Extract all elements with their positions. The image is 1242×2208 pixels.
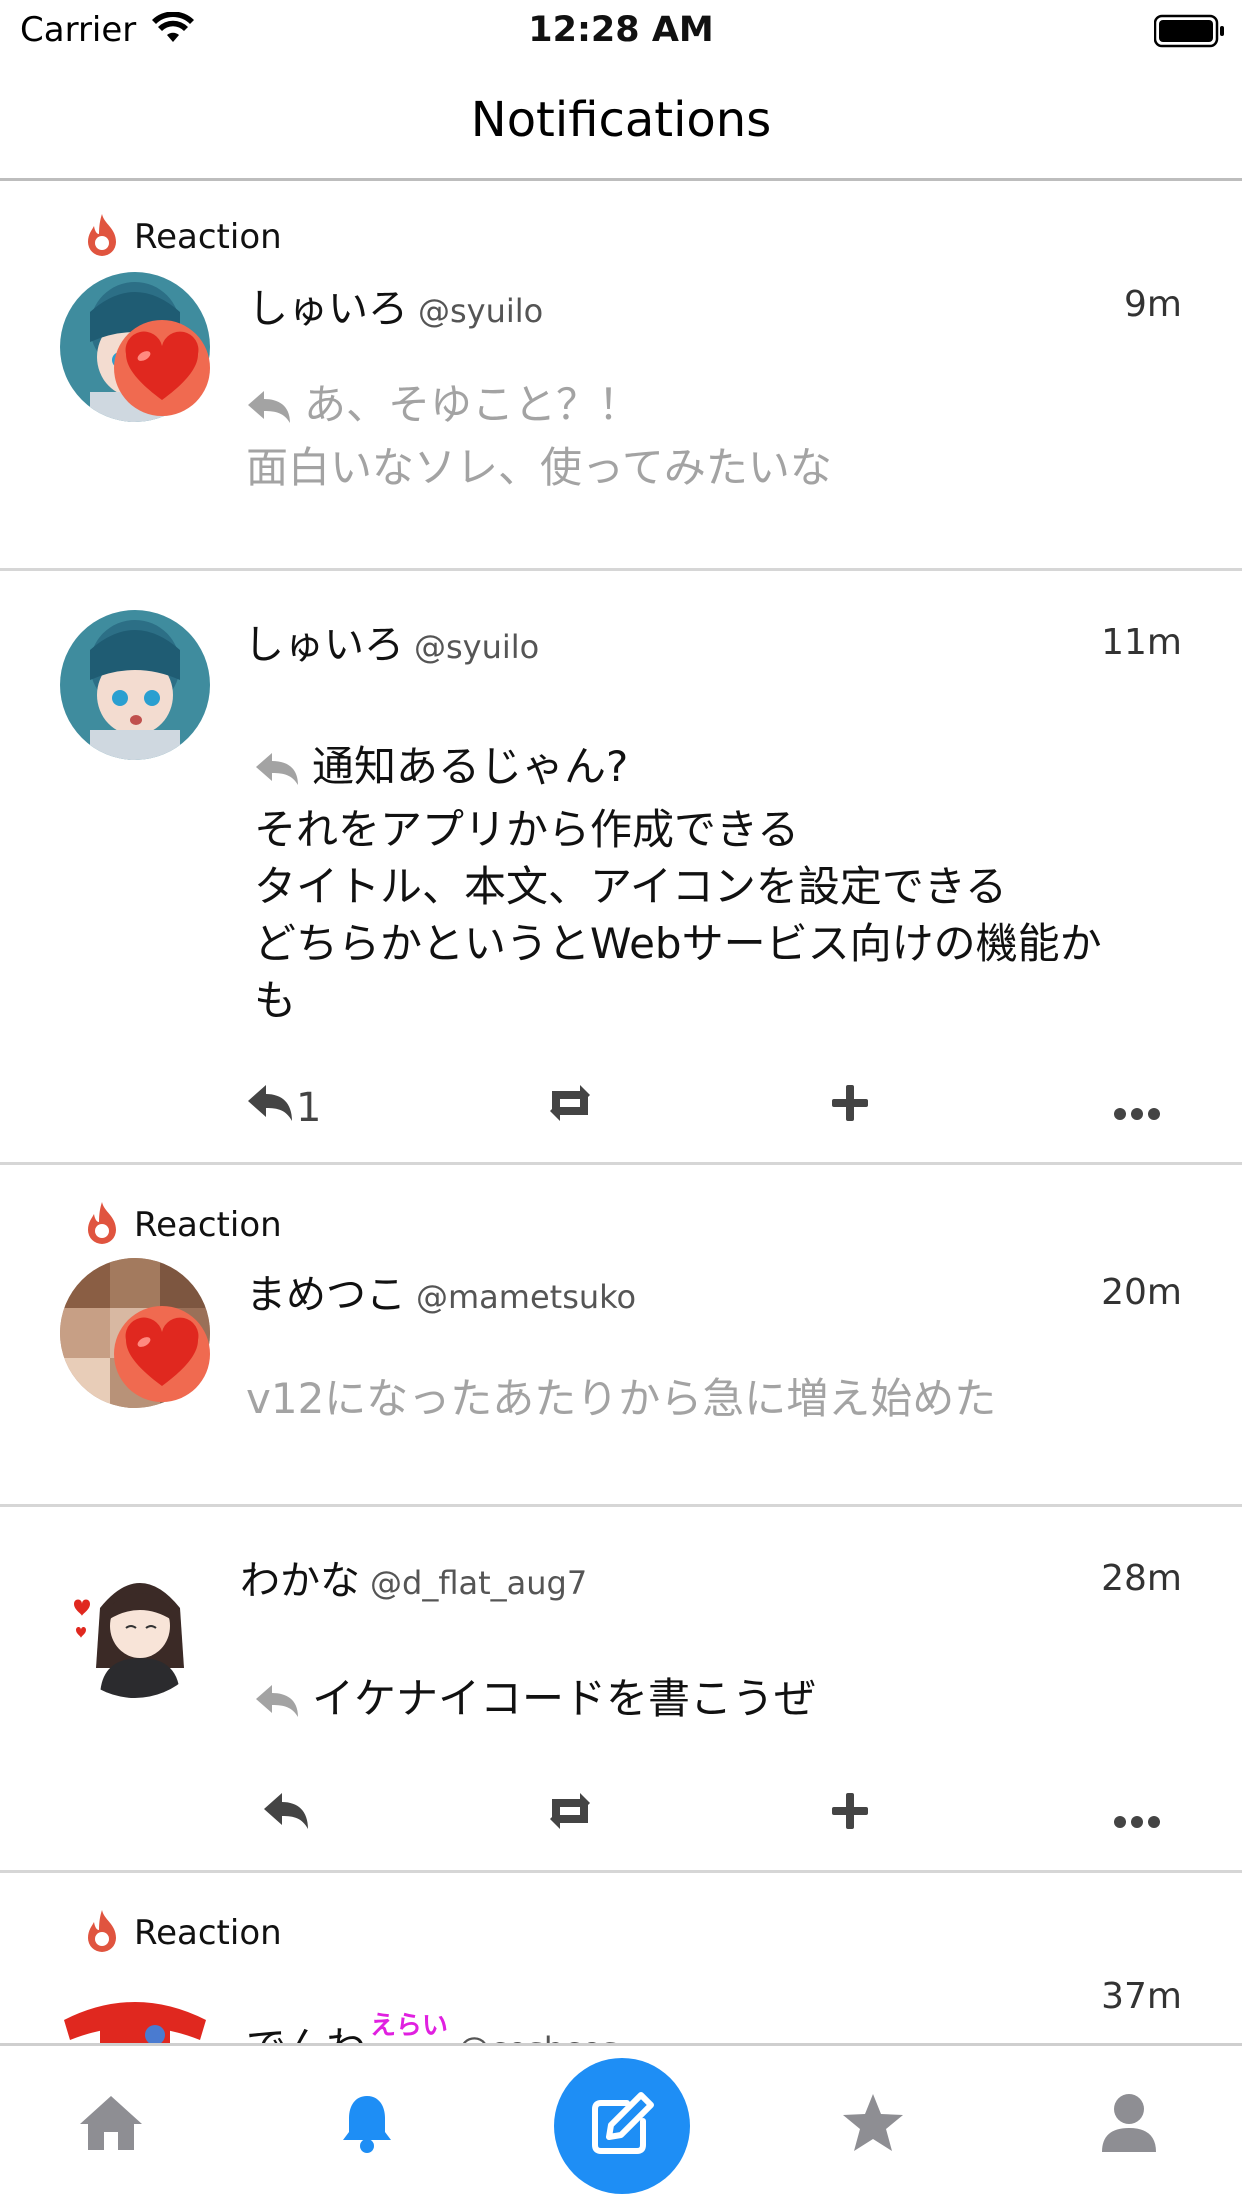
tab-bar-divider xyxy=(0,2043,1242,2046)
fire-icon xyxy=(82,1908,122,1958)
note-text[interactable]: イケナイコードを書こうぜ xyxy=(254,1670,816,1733)
note-line: それをアプリから作成できる xyxy=(254,805,800,854)
divider xyxy=(0,568,1242,571)
reply-button[interactable]: 1 xyxy=(246,1078,321,1138)
note-line: どちらかというとWebサービス向けの機能か xyxy=(254,919,1102,968)
display-name: まめつこ xyxy=(246,1272,406,1318)
bell-icon xyxy=(339,2092,395,2158)
display-name: わかな xyxy=(240,1558,360,1604)
tab-profile[interactable] xyxy=(1094,2090,1164,2160)
reaction-label: Reaction xyxy=(134,1913,282,1953)
note-text[interactable]: v12になったあたりから急に増え始めた xyxy=(246,1370,996,1427)
timestamp: 11m xyxy=(1101,622,1182,663)
battery-icon xyxy=(1153,14,1226,52)
note-line: 面白いなソレ、使ってみたいな xyxy=(246,443,832,492)
user-name[interactable]: しゅいろ @syuilo xyxy=(248,276,543,334)
tab-favorites[interactable] xyxy=(838,2090,908,2160)
note-line: あ、そゆこと？！ xyxy=(304,380,641,429)
note-actions: 1 xyxy=(0,1078,1242,1138)
timestamp: 20m xyxy=(1101,1272,1182,1313)
heart-reaction-icon xyxy=(112,1304,212,1408)
renote-icon xyxy=(542,1791,598,1841)
add-reaction-button[interactable] xyxy=(830,1786,870,1846)
reply-quote-icon xyxy=(254,1676,300,1733)
reaction-label: Reaction xyxy=(134,1205,282,1245)
renote-button[interactable] xyxy=(542,1786,598,1846)
tab-home[interactable] xyxy=(76,2090,146,2160)
note-line: v12になったあたりから急に増え始めた xyxy=(246,1374,997,1423)
note-text[interactable]: あ、そゆこと？！ 面白いなソレ、使ってみたいな xyxy=(246,376,832,496)
fire-icon xyxy=(82,212,122,262)
renote-button[interactable] xyxy=(542,1078,598,1138)
more-button[interactable] xyxy=(1114,1078,1160,1138)
nav-divider xyxy=(0,178,1242,181)
tab-notifications[interactable] xyxy=(332,2090,402,2160)
divider xyxy=(0,1504,1242,1507)
page-title: Notifications xyxy=(470,92,772,148)
plus-icon xyxy=(830,1083,870,1133)
ellipsis-icon xyxy=(1114,1085,1160,1131)
user-name[interactable]: まめつこ @mametsuko xyxy=(246,1262,636,1320)
user-handle: @syuilo xyxy=(414,628,540,666)
note-line: も xyxy=(254,976,297,1025)
status-bar: Carrier 12:28 AM xyxy=(0,0,1242,62)
reply-button[interactable] xyxy=(262,1786,310,1846)
timestamp: 37m xyxy=(1101,1976,1182,2017)
home-icon xyxy=(78,2094,144,2156)
reply-quote-icon xyxy=(254,744,300,801)
heart-reaction-icon xyxy=(112,318,212,422)
compose-icon xyxy=(587,2089,657,2163)
renote-icon xyxy=(542,1083,598,1133)
reply-quote-icon xyxy=(246,382,292,439)
reaction-header: Reaction xyxy=(82,1908,282,1958)
custom-emoji-erai: えらい xyxy=(370,2011,449,2041)
timestamp: 9m xyxy=(1124,284,1182,325)
display-name: しゅいろ xyxy=(244,622,404,668)
ellipsis-icon xyxy=(1114,1793,1160,1839)
clock: 12:28 AM xyxy=(528,10,714,50)
more-button[interactable] xyxy=(1114,1786,1160,1846)
note-text[interactable]: 通知あるじゃん? それをアプリから作成できる タイトル、本文、アイコンを設定でき… xyxy=(254,738,1102,1029)
user-name[interactable]: しゅいろ @syuilo xyxy=(244,612,539,670)
divider xyxy=(0,1870,1242,1873)
display-name: しゅいろ xyxy=(248,286,408,332)
add-reaction-button[interactable] xyxy=(830,1078,870,1138)
reaction-header: Reaction xyxy=(82,212,282,262)
reply-icon xyxy=(262,1791,310,1841)
fire-icon xyxy=(82,1200,122,1250)
user-handle: @d_flat_aug7 xyxy=(370,1564,588,1602)
note-line: 通知あるじゃん? xyxy=(312,742,629,791)
avatar[interactable] xyxy=(60,1548,210,1698)
note-line: タイトル、本文、アイコンを設定できる xyxy=(254,862,1008,911)
avatar[interactable] xyxy=(60,610,210,760)
note-line: イケナイコードを書こうぜ xyxy=(312,1674,817,1723)
user-name[interactable]: わかな @d_flat_aug7 xyxy=(240,1548,587,1606)
timestamp: 28m xyxy=(1101,1558,1182,1599)
reply-icon xyxy=(246,1083,294,1133)
plus-icon xyxy=(830,1791,870,1841)
note-actions xyxy=(0,1786,1242,1846)
user-handle: @mametsuko xyxy=(416,1278,637,1316)
reply-count: 1 xyxy=(296,1085,322,1131)
avatar[interactable] xyxy=(60,1990,210,2043)
user-icon xyxy=(1100,2092,1158,2158)
reaction-label: Reaction xyxy=(134,217,282,257)
reaction-header: Reaction xyxy=(82,1200,282,1250)
star-icon xyxy=(840,2092,906,2158)
divider xyxy=(0,1162,1242,1165)
compose-button[interactable] xyxy=(554,2058,690,2194)
user-handle: @syuilo xyxy=(418,292,544,330)
